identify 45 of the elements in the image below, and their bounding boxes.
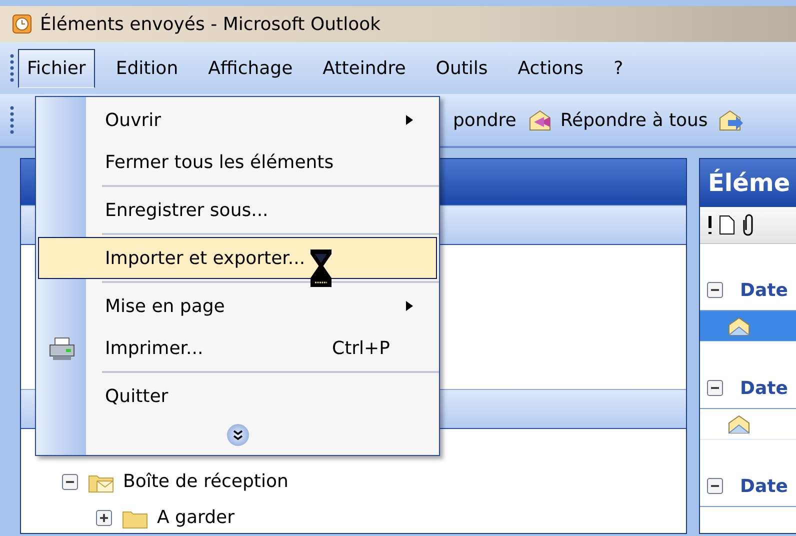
menu-item[interactable]: Atteindre [314,48,415,88]
pane-title: Éléme [700,159,796,207]
gripper-icon [10,53,14,83]
window-title: Éléments envoyés - Microsoft Outlook [40,14,381,34]
menu-item[interactable]: Outils [426,48,497,88]
toolbar-button[interactable]: Répondre à tous [524,104,710,136]
collapse-icon[interactable] [61,472,79,491]
group-label: Date [740,280,788,300]
menu-entry[interactable]: Enregistrer sous... [38,189,437,231]
collapse-icon[interactable] [706,379,724,397]
mail-row[interactable] [700,311,796,342]
menu-entry-label: Importer et exporter... [105,248,306,268]
importance-icon [706,214,714,236]
expand-chevron-icon [226,423,250,447]
app-icon [12,14,32,34]
expand-icon[interactable] [95,508,113,527]
menu-item[interactable]: Affichage [199,48,302,88]
menu-item[interactable]: ? [604,48,632,88]
folder-label[interactable]: Boîte de réception [123,471,288,492]
menu-item[interactable]: Actions [508,48,593,88]
collapse-icon[interactable] [706,477,724,495]
menu-entry-label: Imprimer... [105,338,204,358]
group-label: Date [740,476,788,496]
group-label: Date [740,378,788,398]
menu-entry-label: Ouvrir [105,110,162,130]
menu-entry[interactable]: Ouvrir [38,99,437,141]
menu-entry[interactable]: Mise en page [38,285,437,327]
menu-item[interactable]: Edition [106,48,188,88]
menu-entry[interactable]: Fermer tous les éléments [38,141,437,183]
menu-entry-label: Fermer tous les éléments [105,152,334,172]
folder-label[interactable]: A garder [157,507,234,528]
menu-entry-label: Quitter [105,386,168,406]
menu-entry-label: Enregistrer sous... [105,200,268,220]
menu-item[interactable]: Fichier [18,48,95,88]
document-icon [718,214,736,236]
menu-entry[interactable]: Imprimer... Ctrl+P [38,327,437,369]
menu-entry-label: Mise en page [105,296,225,316]
menu-entry[interactable]: Quitter [38,375,437,417]
gripper-icon [10,105,14,135]
collapse-icon[interactable] [706,281,724,299]
envelope-icon [726,315,752,337]
toolbar-button[interactable]: pondre [451,106,518,134]
envelope-icon [726,413,752,435]
shortcut-label: Ctrl+P [332,338,390,358]
hourglass-cursor-icon [309,248,334,288]
